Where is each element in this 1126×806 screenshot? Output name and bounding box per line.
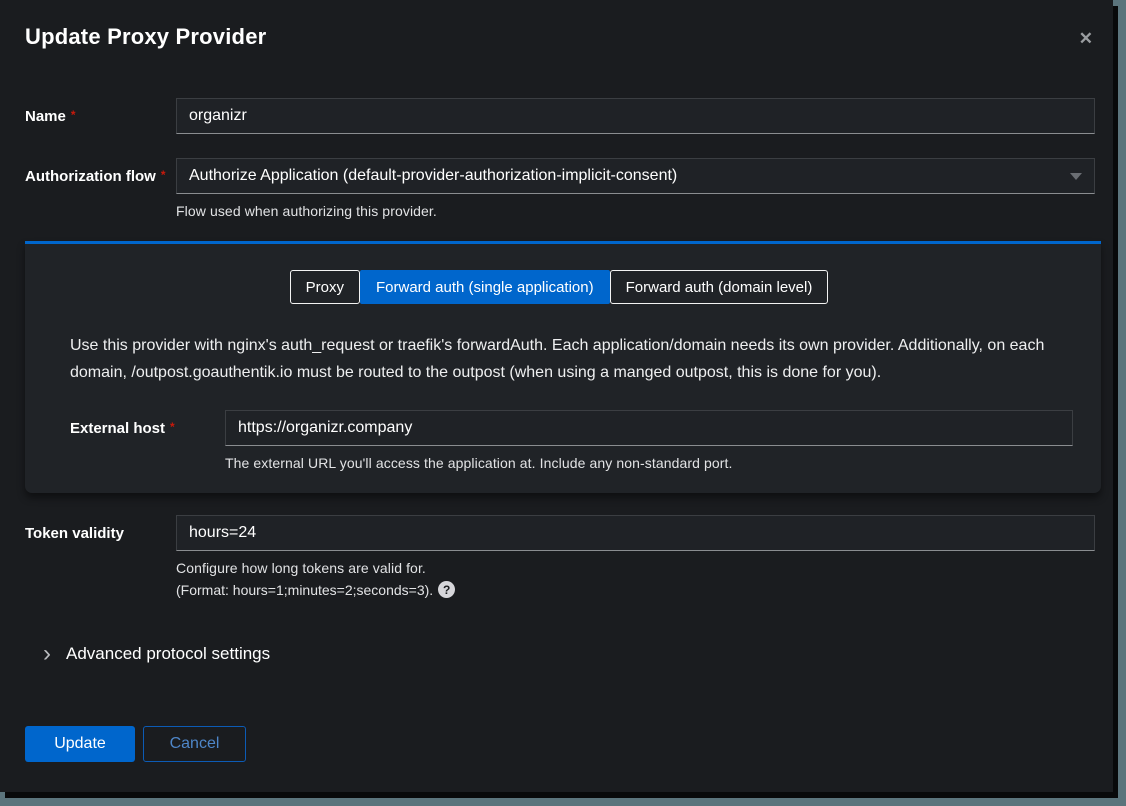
token-validity-help-line1: Configure how long tokens are valid for. [176,560,1095,576]
proxy-mode-panel: Proxy Forward auth (single application) … [25,241,1101,493]
authorization-flow-row: Authorization flow* Flow used when autho… [25,158,1095,219]
modal-footer: Update Cancel [25,726,1095,762]
token-validity-help-line2: (Format: hours=1;minutes=2;seconds=3). ? [176,581,1095,598]
required-asterisk: * [161,168,166,182]
token-validity-input[interactable] [176,515,1095,551]
close-icon[interactable]: ✕ [1079,30,1093,47]
advanced-protocol-settings-label: Advanced protocol settings [66,644,270,664]
modal-header: Update Proxy Provider ✕ [25,0,1095,50]
token-validity-label: Token validity [25,515,176,542]
name-input[interactable] [176,98,1095,134]
proxy-mode-option-proxy[interactable]: Proxy [290,270,360,304]
proxy-mode-option-forward-auth-domain[interactable]: Forward auth (domain level) [610,270,829,304]
external-host-help: The external URL you'll access the appli… [225,455,1073,471]
help-circle-icon[interactable]: ? [438,581,455,598]
authorization-flow-label: Authorization flow* [25,158,176,185]
authorization-flow-help: Flow used when authorizing this provider… [176,203,1095,219]
external-host-label: External host* [70,410,225,437]
external-host-input[interactable] [225,410,1073,446]
page-background-edge: Update Proxy Provider ✕ Name* Authorizat… [0,0,1126,806]
name-label: Name* [25,98,176,125]
modal-title: Update Proxy Provider [25,24,266,50]
proxy-mode-toggle-group: Proxy Forward auth (single application) … [45,270,1073,304]
external-host-row: External host* The external URL you'll a… [70,410,1073,471]
name-field-row: Name* [25,98,1095,134]
required-asterisk: * [71,108,76,122]
update-proxy-provider-modal: Update Proxy Provider ✕ Name* Authorizat… [0,0,1113,792]
cancel-button[interactable]: Cancel [143,726,246,762]
chevron-right-icon: › [43,645,51,663]
advanced-protocol-settings-expander[interactable]: › Advanced protocol settings [25,644,1095,664]
authorization-flow-select[interactable] [176,158,1095,194]
update-button[interactable]: Update [25,726,135,762]
required-asterisk: * [170,420,175,434]
forward-auth-description: Use this provider with nginx's auth_requ… [70,332,1069,386]
proxy-mode-option-forward-auth-single[interactable]: Forward auth (single application) [360,270,610,304]
token-validity-row: Token validity Configure how long tokens… [25,515,1095,598]
